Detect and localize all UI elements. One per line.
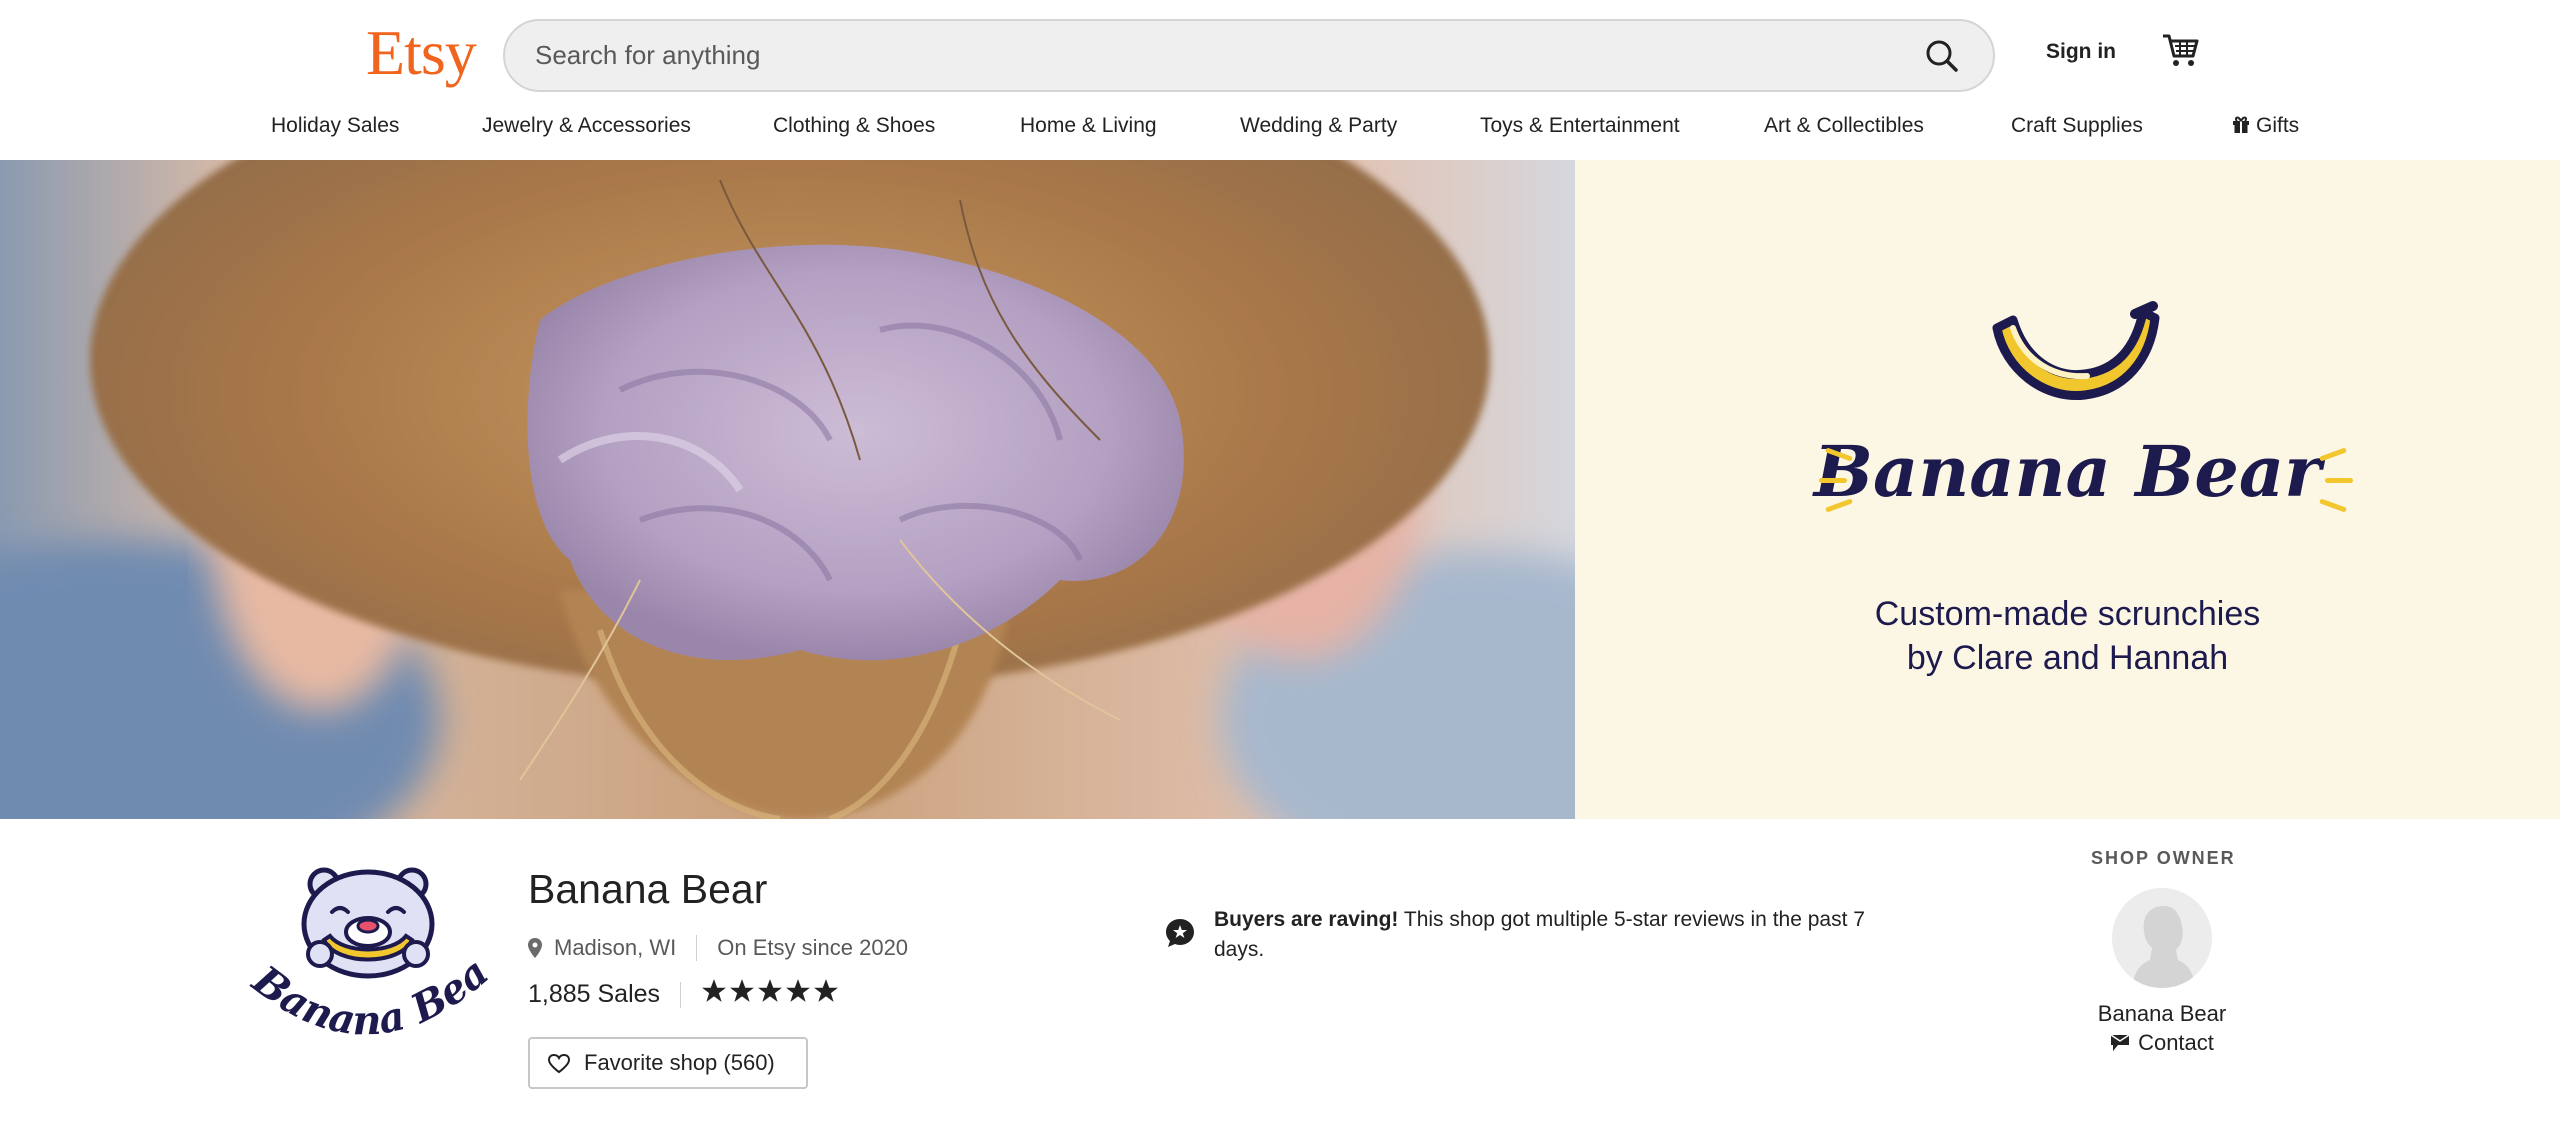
star-rating[interactable] [701, 978, 841, 1011]
category-art-collectibles[interactable]: Art & Collectibles [1764, 114, 1924, 138]
raving-bold: Buyers are raving! [1214, 908, 1399, 931]
category-craft-supplies[interactable]: Craft Supplies [2011, 114, 2143, 138]
sparkle-mark [2325, 478, 2353, 483]
search-bar [503, 19, 1995, 92]
category-gifts-label: Gifts [2256, 114, 2300, 137]
scrunchie-photo [0, 160, 1575, 819]
banner-brand-panel: Banana Bear Custom-made scrunchies by Cl… [1575, 160, 2560, 819]
location-pin-icon [528, 938, 542, 958]
etsy-logo[interactable]: Etsy [366, 16, 477, 90]
shop-sales[interactable]: 1,885 Sales [528, 980, 660, 1008]
star-icon [702, 979, 726, 1002]
sparkle-mark [1819, 478, 1847, 483]
category-gifts[interactable]: Gifts [2232, 114, 2299, 138]
shop-sales-row: 1,885 Sales [528, 978, 841, 1011]
gift-icon [2233, 116, 2249, 133]
divider [696, 935, 698, 961]
raving-text: Buyers are raving! This shop got multipl… [1214, 905, 1894, 965]
tagline-line-2: by Clare and Hannah [1906, 639, 2229, 677]
category-holiday-sales[interactable]: Holiday Sales [271, 114, 399, 138]
shop-owner-label: SHOP OWNER [2091, 848, 2236, 868]
star-icon [758, 979, 782, 1002]
avatar-silhouette-icon [2132, 906, 2196, 988]
owner-name[interactable]: Banana Bear [2062, 1001, 2262, 1027]
mail-icon [2110, 1034, 2130, 1051]
category-home-living[interactable]: Home & Living [1020, 114, 1157, 138]
cart-icon [2163, 34, 2199, 66]
category-toys-entertainment[interactable]: Toys & Entertainment [1480, 114, 1680, 138]
search-input[interactable] [535, 21, 1895, 90]
shop-since: On Etsy since 2020 [717, 935, 909, 960]
divider [680, 982, 682, 1008]
shop-logo[interactable]: Banana Bear [225, 825, 506, 1068]
star-icon [814, 979, 838, 1002]
bear-logo-icon: Banana Bear [225, 825, 497, 1044]
shop-location: Madison, WI [554, 935, 677, 960]
review-bubble-icon [1166, 919, 1194, 947]
contact-label: Contact [2138, 1030, 2214, 1055]
banana-icon [1992, 301, 2160, 401]
owner-avatar[interactable] [2112, 888, 2212, 988]
banner-tagline: Custom-made scrunchies by Clare and Hann… [1575, 592, 2560, 680]
contact-button[interactable]: Contact [2062, 1030, 2262, 1056]
search-icon [1926, 40, 1958, 72]
heart-icon [548, 1054, 570, 1074]
shop-name: Banana Bear [528, 866, 768, 912]
banner-photo [0, 160, 1575, 819]
category-clothing-shoes[interactable]: Clothing & Shoes [773, 114, 935, 138]
search-button[interactable] [1921, 35, 1963, 77]
site-header: Etsy Sign in Holiday Sales Jewelry & Acc… [0, 0, 2560, 160]
favorite-shop-label: Favorite shop (560) [584, 1050, 775, 1075]
shop-meta: Madison, WI On Etsy since 2020 [528, 935, 908, 961]
star-icon [730, 979, 754, 1002]
star-icon [786, 979, 810, 1002]
tagline-line-1: Custom-made scrunchies [1874, 595, 2261, 633]
shop-banner: Banana Bear Custom-made scrunchies by Cl… [0, 160, 2560, 819]
favorite-shop-button[interactable]: Favorite shop (560) [528, 1037, 808, 1089]
cart-button[interactable] [2160, 30, 2202, 72]
category-nav: Holiday Sales Jewelry & Accessories Clot… [0, 114, 2560, 150]
sign-in-link[interactable]: Sign in [2046, 40, 2116, 64]
brand-name-script: Banana Bear [1813, 430, 2322, 513]
category-jewelry-accessories[interactable]: Jewelry & Accessories [482, 114, 691, 138]
category-wedding-party[interactable]: Wedding & Party [1240, 114, 1397, 138]
